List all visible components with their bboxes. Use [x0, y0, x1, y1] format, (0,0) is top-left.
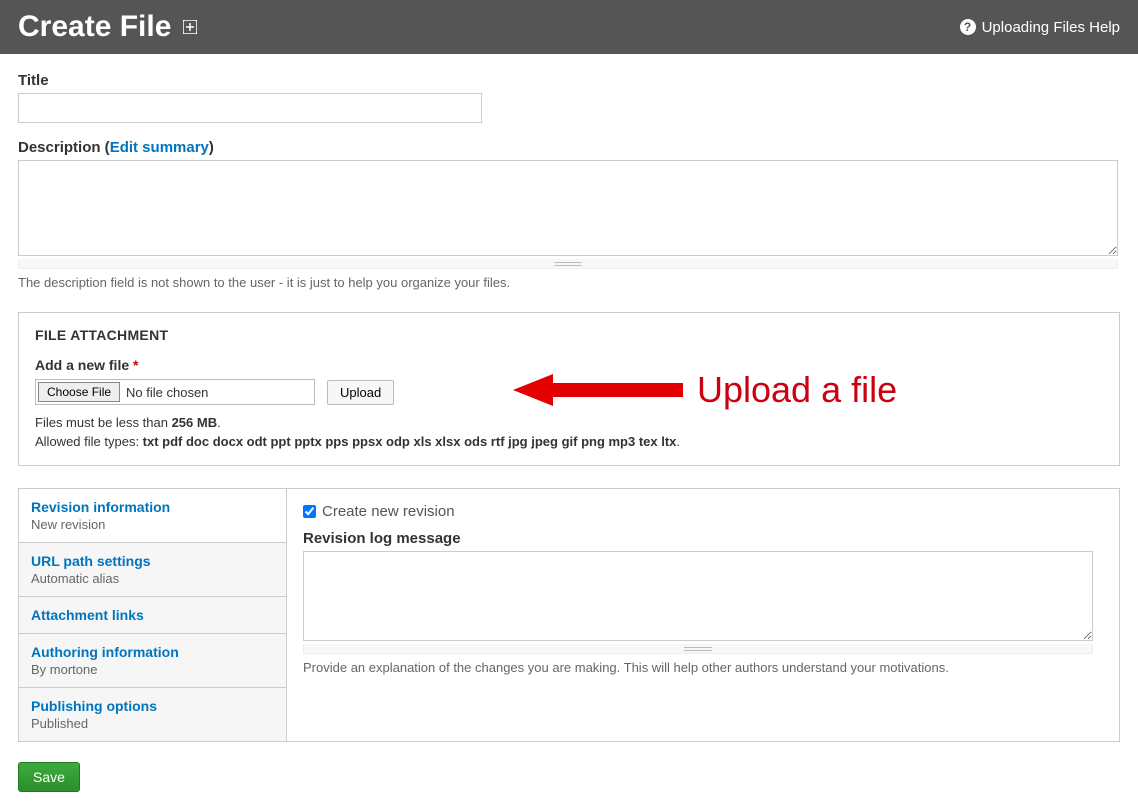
tab-authoring-information[interactable]: Authoring information By mortone — [19, 634, 286, 688]
allowed-file-types-text: Allowed file types: txt pdf doc docx odt… — [35, 434, 1103, 449]
no-file-chosen-text: No file chosen — [126, 385, 208, 400]
file-size-limit-text: Files must be less than 256 MB. — [35, 415, 1103, 430]
file-attachment-fieldset: FILE ATTACHMENT Add a new file * Choose … — [18, 312, 1120, 466]
textarea-resize-grip[interactable] — [18, 259, 1118, 269]
revision-textarea-resize-grip[interactable] — [303, 644, 1093, 654]
create-new-revision-checkbox[interactable] — [303, 505, 316, 518]
help-link-text: Uploading Files Help — [982, 19, 1120, 36]
add-new-file-label: Add a new file * — [35, 357, 1103, 373]
file-input-row: Choose File No file chosen Upload — [35, 379, 1103, 405]
revision-log-help-text: Provide an explanation of the changes yo… — [303, 660, 1103, 675]
file-input[interactable]: Choose File No file chosen — [35, 379, 315, 405]
title-input[interactable] — [18, 93, 482, 123]
page-title: Create File — [18, 10, 199, 44]
edit-summary-link[interactable]: Edit summary — [110, 139, 209, 156]
form-content: Title Description (Edit summary) The des… — [0, 54, 1138, 810]
file-attachment-legend: FILE ATTACHMENT — [35, 327, 1103, 343]
plus-icon — [181, 18, 199, 36]
tab-url-path-settings[interactable]: URL path settings Automatic alias — [19, 543, 286, 597]
revision-log-label: Revision log message — [303, 530, 1103, 547]
description-label: Description (Edit summary) — [18, 139, 1120, 156]
choose-file-button[interactable]: Choose File — [38, 382, 120, 402]
description-help-text: The description field is not shown to th… — [18, 275, 1120, 290]
revision-log-textarea[interactable] — [303, 551, 1093, 641]
title-label: Title — [18, 72, 1120, 89]
help-icon: ? — [960, 19, 976, 35]
vertical-tabs: Revision information New revision URL pa… — [18, 488, 1120, 742]
upload-button[interactable]: Upload — [327, 380, 394, 405]
page-title-text: Create File — [18, 10, 171, 44]
save-button[interactable]: Save — [18, 762, 80, 792]
tab-attachment-links[interactable]: Attachment links — [19, 597, 286, 634]
create-new-revision-label: Create new revision — [322, 503, 455, 520]
tab-publishing-options[interactable]: Publishing options Published — [19, 688, 286, 741]
vertical-tabs-list: Revision information New revision URL pa… — [19, 489, 287, 741]
required-marker: * — [133, 357, 138, 373]
create-new-revision-row[interactable]: Create new revision — [303, 503, 1103, 520]
page-header: Create File ? Uploading Files Help — [0, 0, 1138, 54]
uploading-files-help-link[interactable]: ? Uploading Files Help — [960, 19, 1120, 36]
revision-information-pane: Create new revision Revision log message… — [287, 489, 1119, 741]
description-textarea[interactable] — [18, 160, 1118, 256]
tab-revision-information[interactable]: Revision information New revision — [19, 489, 286, 543]
